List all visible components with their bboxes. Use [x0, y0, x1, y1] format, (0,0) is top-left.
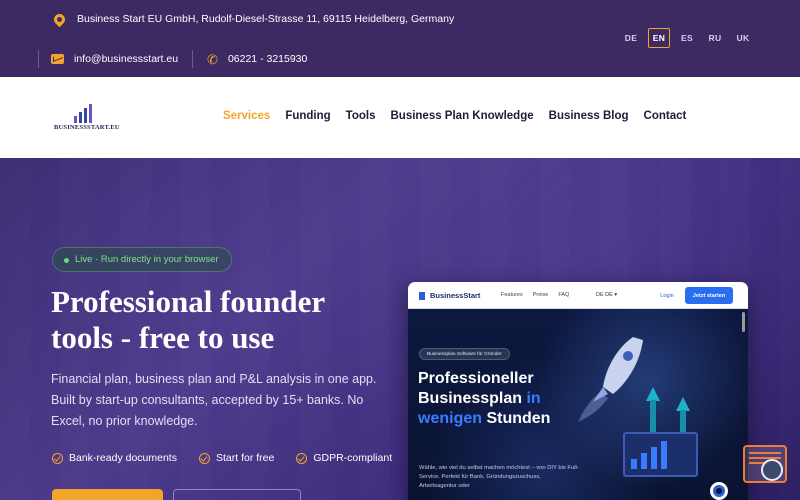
live-badge: Live · Run directly in your browser	[52, 247, 232, 272]
location-pin-icon	[51, 11, 68, 27]
mockup-headline-part: Professioneller Businessplan	[418, 370, 534, 407]
mockup-links: Features Preise FAQ	[501, 292, 569, 298]
divider	[38, 50, 39, 68]
lang-en[interactable]: EN	[648, 28, 670, 48]
lang-uk[interactable]: UK	[732, 28, 754, 48]
address-text: Business Start EU GmbH, Rudolf-Diesel-St…	[77, 13, 455, 25]
monitor-bar	[651, 447, 657, 469]
check-label: GDPR-compliant	[313, 452, 393, 464]
monitor-bars	[631, 441, 667, 469]
hero-title: Professional founder tools - free to use	[51, 284, 325, 355]
mockup-subtext: Wähle, wie viel du selbst machen möchtes…	[419, 465, 579, 489]
monitor-bar	[641, 453, 647, 469]
mockup-brand: BusinessStart	[430, 291, 481, 300]
mockup-headline-part: Stunden	[482, 410, 551, 427]
lang-es[interactable]: ES	[676, 28, 698, 48]
nav-services[interactable]: Services	[223, 110, 270, 122]
site-header: BUSINESSSTART.EU Services Funding Tools …	[0, 77, 800, 158]
main-nav: Services Funding Tools Business Plan Kno…	[223, 110, 686, 122]
check-circle-icon	[198, 452, 210, 464]
hero-section: Live · Run directly in your browser Prof…	[0, 158, 800, 500]
check-label: Start for free	[215, 452, 275, 464]
dashboard-monitor-illustration	[623, 432, 698, 477]
mockup-logo: BusinessStart	[419, 291, 480, 300]
lang-de[interactable]: DE	[620, 28, 642, 48]
phone-icon: ✆	[207, 51, 218, 67]
growth-arrow	[646, 387, 660, 401]
check-item: GDPR-compliant	[296, 452, 392, 464]
check-label: Bank-ready documents	[69, 452, 177, 464]
mockup-link: Features	[501, 292, 523, 298]
lang-ru[interactable]: RU	[704, 28, 726, 48]
check-circle-icon	[296, 452, 308, 464]
nav-funding[interactable]: Funding	[285, 110, 330, 122]
rocket-illustration	[578, 337, 643, 422]
nav-business-plan-knowledge[interactable]: Business Plan Knowledge	[390, 110, 533, 122]
nav-contact[interactable]: Contact	[644, 110, 687, 122]
mockup-link: Preise	[532, 292, 549, 298]
phone-link[interactable]: 06221 - 3215930	[228, 53, 307, 65]
monitor-bar	[661, 441, 667, 469]
site-logo[interactable]: BUSINESSSTART.EU	[54, 101, 120, 135]
globe-icon	[761, 459, 783, 481]
mockup-navbar: BusinessStart Features Preise FAQ DE DE …	[408, 282, 748, 309]
mockup-link: FAQ	[558, 292, 570, 298]
logo-text: BUSINESSSTART.EU	[54, 124, 120, 131]
email-link[interactable]: info@businessstart.eu	[74, 53, 178, 65]
monitor-bar	[631, 459, 637, 469]
address-row: Business Start EU GmbH, Rudolf-Diesel-St…	[51, 11, 455, 27]
check-item: Start for free	[198, 452, 275, 464]
nav-business-blog[interactable]: Business Blog	[549, 110, 629, 122]
target-icon	[710, 482, 728, 500]
secondary-cta-button[interactable]	[173, 489, 301, 500]
mockup-scrollbar	[742, 312, 745, 332]
mockup-logo-icon	[419, 291, 425, 300]
primary-cta-button[interactable]	[52, 489, 163, 500]
check-circle-icon	[52, 452, 63, 464]
divider	[192, 50, 194, 68]
mockup-headline: Professioneller Businessplan in wenigen …	[418, 369, 578, 429]
language-switcher: DE EN ES RU UK	[620, 28, 754, 48]
logo-chart-icon	[72, 103, 96, 123]
nav-tools[interactable]: Tools	[346, 110, 376, 122]
chat-widget-button[interactable]	[741, 445, 789, 485]
mockup-pill: Businessplan Software für Gründer	[419, 348, 510, 360]
top-info-bar: Business Start EU GmbH, Rudolf-Diesel-St…	[0, 0, 800, 77]
contact-row: info@businessstart.eu ✆ 06221 - 3215930	[38, 50, 307, 68]
feature-checks: Bank-ready documents Start for free GDPR…	[52, 452, 392, 464]
mail-icon	[51, 54, 64, 64]
mockup-start-button: Jetzt starten	[685, 287, 733, 304]
hero-lead: Financial plan, business plan and P&L an…	[51, 372, 377, 428]
growth-arrow	[676, 397, 690, 411]
app-mockup: BusinessStart Features Preise FAQ DE DE …	[408, 282, 748, 500]
check-item: Bank-ready documents	[52, 452, 177, 464]
mockup-lang: DE DE ▾	[596, 292, 618, 298]
mockup-login: Login	[660, 293, 674, 299]
